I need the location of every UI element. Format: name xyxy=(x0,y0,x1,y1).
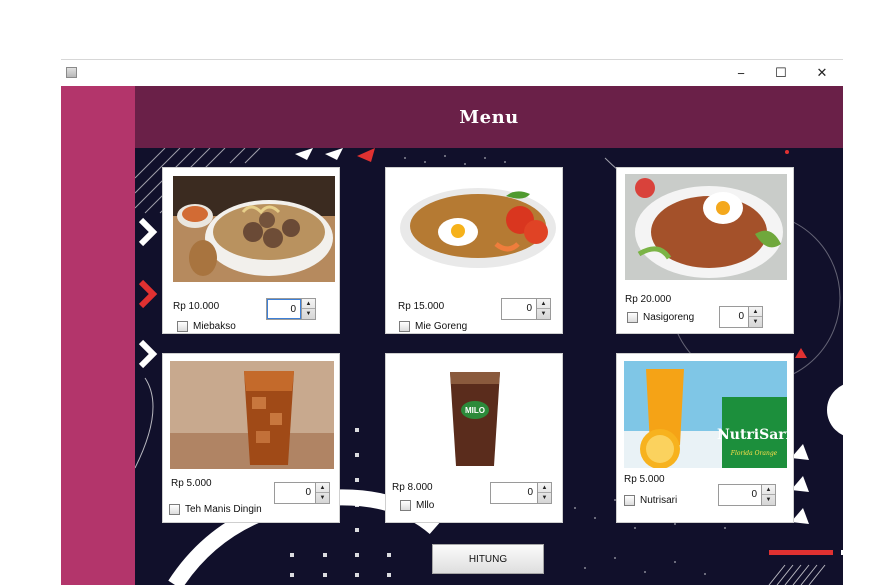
iced-tea-image xyxy=(170,361,334,469)
quantity-value[interactable]: 0 xyxy=(275,483,315,503)
item-checkbox[interactable]: Nutrisari xyxy=(624,495,677,506)
price-label: Rp 20.000 xyxy=(625,294,672,305)
decrement-arrow-icon[interactable]: ▼ xyxy=(316,493,329,503)
nutrisari-flavor-text: Florida Orange xyxy=(730,450,778,457)
item-checkbox[interactable]: Teh Manis Dingin xyxy=(169,504,262,515)
close-button[interactable]: ✕ xyxy=(802,60,842,86)
increment-arrow-icon[interactable]: ▲ xyxy=(316,483,329,493)
minimize-button[interactable]: − xyxy=(721,60,761,86)
quantity-value[interactable]: 0 xyxy=(719,485,761,505)
meatball-soup-image xyxy=(173,176,335,282)
decrement-arrow-icon[interactable]: ▼ xyxy=(537,309,550,319)
app-window: − ☐ ✕ Menu Rp 10.000 0 ▲ ▼ Miebakso Rp 1… xyxy=(61,59,843,585)
quantity-value[interactable]: 0 xyxy=(491,483,537,503)
decrement-arrow-icon[interactable]: ▼ xyxy=(538,493,551,503)
increment-arrow-icon[interactable]: ▲ xyxy=(537,299,550,309)
item-name: Miebakso xyxy=(193,321,236,332)
menu-card-mie-goreng: Rp 15.000 0 ▲ ▼ Mie Goreng xyxy=(385,167,563,334)
item-name: Nutrisari xyxy=(640,495,678,506)
item-checkbox[interactable]: Miebakso xyxy=(177,321,236,332)
title-bar: − ☐ ✕ xyxy=(61,60,843,86)
item-checkbox[interactable]: Nasigoreng xyxy=(627,312,694,323)
quantity-spinner[interactable]: 0 ▲ ▼ xyxy=(501,298,551,320)
item-name: Mie Goreng xyxy=(415,321,468,332)
fried-noodles-image xyxy=(396,174,558,280)
checkbox-box[interactable] xyxy=(627,312,638,323)
menu-card-miebakso: Rp 10.000 0 ▲ ▼ Miebakso xyxy=(162,167,340,334)
checkbox-box[interactable] xyxy=(399,321,410,332)
quantity-spinner[interactable]: 0 ▲ ▼ xyxy=(266,298,316,320)
quantity-spinner[interactable]: 0 ▲ ▼ xyxy=(718,484,776,506)
checkbox-box[interactable] xyxy=(177,321,188,332)
hitung-button[interactable]: HITUNG xyxy=(432,544,544,574)
sidebar-strip xyxy=(61,86,135,585)
nutrisari-brand-text: NutriSari xyxy=(717,427,787,443)
milo-drink-image: MILO xyxy=(444,366,506,470)
decrement-arrow-icon[interactable]: ▼ xyxy=(749,317,762,327)
price-label: Rp 10.000 xyxy=(173,301,220,312)
increment-arrow-icon[interactable]: ▲ xyxy=(538,483,551,493)
milo-logo-text: MILO xyxy=(465,406,485,415)
item-name: Mllo xyxy=(416,500,435,511)
menu-card-nasigoreng: Rp 20.000 0 ▲ ▼ Nasigoreng xyxy=(616,167,794,334)
header-bar: Menu xyxy=(135,86,843,148)
maximize-button[interactable]: ☐ xyxy=(761,60,801,86)
checkbox-box[interactable] xyxy=(624,495,635,506)
decrement-arrow-icon[interactable]: ▼ xyxy=(762,495,775,505)
item-name: Teh Manis Dingin xyxy=(185,504,262,515)
java-app-icon xyxy=(66,67,77,78)
decrement-arrow-icon[interactable]: ▼ xyxy=(302,309,315,319)
quantity-spinner[interactable]: 0 ▲ ▼ xyxy=(719,306,763,328)
price-label: Rp 8.000 xyxy=(392,482,433,493)
nutrisari-juice-image: NutriSari Florida Orange xyxy=(624,361,787,468)
quantity-value[interactable]: 0 xyxy=(267,299,301,319)
quantity-value[interactable]: 0 xyxy=(502,299,536,319)
menu-card-mllo: MILO Rp 8.000 0 ▲ ▼ Mllo xyxy=(385,353,563,523)
price-label: Rp 5.000 xyxy=(624,474,665,485)
checkbox-box[interactable] xyxy=(169,504,180,515)
price-label: Rp 5.000 xyxy=(171,478,212,489)
increment-arrow-icon[interactable]: ▲ xyxy=(762,485,775,495)
quantity-value[interactable]: 0 xyxy=(720,307,748,327)
item-name: Nasigoreng xyxy=(643,312,695,323)
checkbox-box[interactable] xyxy=(400,500,411,511)
menu-card-teh-manis-dingin: Rp 5.000 0 ▲ ▼ Teh Manis Dingin xyxy=(162,353,340,523)
menu-card-nutrisari: NutriSari Florida Orange Rp 5.000 0 ▲ ▼ … xyxy=(616,353,794,523)
price-label: Rp 15.000 xyxy=(398,301,445,312)
item-checkbox[interactable]: Mllo xyxy=(400,500,434,511)
increment-arrow-icon[interactable]: ▲ xyxy=(302,299,315,309)
item-checkbox[interactable]: Mie Goreng xyxy=(399,321,467,332)
quantity-spinner[interactable]: 0 ▲ ▼ xyxy=(490,482,552,504)
page-title: Menu xyxy=(459,106,519,128)
quantity-spinner[interactable]: 0 ▲ ▼ xyxy=(274,482,330,504)
increment-arrow-icon[interactable]: ▲ xyxy=(749,307,762,317)
fried-rice-image xyxy=(625,174,787,280)
